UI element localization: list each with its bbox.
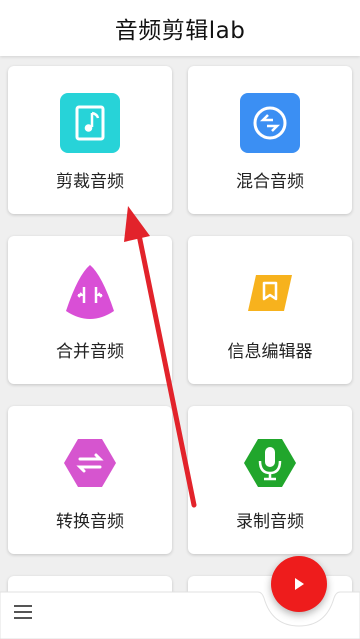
microphone-icon [238, 431, 302, 495]
mix-audio-card[interactable]: 混合音频 [188, 66, 352, 214]
merge-icon [58, 261, 122, 325]
play-icon [295, 578, 304, 590]
hamburger-menu-icon[interactable] [14, 600, 42, 624]
convert-icon [58, 431, 122, 495]
merge-audio-card[interactable]: 合并音频 [8, 236, 172, 384]
app-title: 音频剪辑lab [114, 18, 246, 44]
convert-audio-card[interactable]: 转换音频 [8, 406, 172, 554]
bookmark-icon [238, 261, 302, 325]
convert-audio-label: 转换音频 [56, 512, 124, 532]
music-file-icon [58, 91, 122, 155]
info-editor-label: 信息编辑器 [227, 342, 313, 362]
record-audio-card[interactable]: 录制音频 [188, 406, 352, 554]
play-button[interactable] [271, 556, 327, 612]
trim-audio-label: 剪裁音频 [56, 172, 124, 192]
info-editor-card[interactable]: 信息编辑器 [188, 236, 352, 384]
mix-cycle-icon [238, 91, 302, 155]
feature-grid: 剪裁音频 混合音频 合并音频 信息编辑器 转换音频 录制音频 [0, 56, 360, 639]
mix-audio-label: 混合音频 [236, 172, 304, 192]
record-audio-label: 录制音频 [236, 512, 304, 532]
app-header: 音频剪辑lab [0, 0, 360, 56]
merge-audio-label: 合并音频 [56, 342, 124, 362]
trim-audio-card[interactable]: 剪裁音频 [8, 66, 172, 214]
